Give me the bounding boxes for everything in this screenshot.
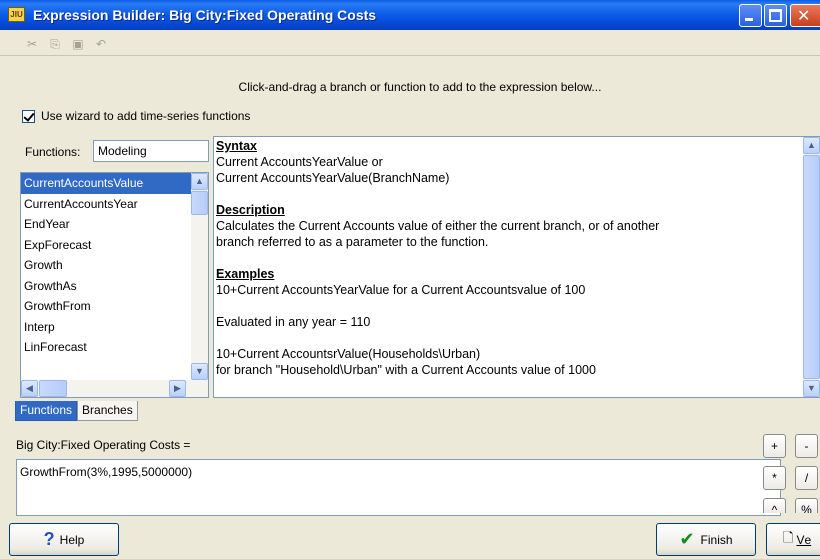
maximize-button[interactable] [764,4,787,27]
title-bar: JIU Expression Builder: Big City:Fixed O… [0,0,820,30]
app-icon: JIU [8,7,25,22]
cut-icon[interactable]: ✂ [24,36,40,52]
view-icon: 🗋 [783,529,794,545]
examples-heading: Examples [216,267,275,281]
toolbar: ✂ ⎘ ▣ ↶ [0,30,820,56]
scroll-thumb[interactable] [39,380,67,397]
scroll-thumb[interactable] [191,191,208,215]
list-item[interactable]: CurrentAccountsYear [21,194,208,215]
undo-icon[interactable]: ↶ [93,36,109,52]
list-item[interactable]: CurrentAccountsValue [21,173,191,194]
minimize-button[interactable] [739,4,762,27]
syntax-vertical-scrollbar[interactable]: ▲ ▼ [803,137,820,397]
example-text: 10+Current AccountsrValue(Households\Urb… [216,347,481,361]
function-list[interactable]: CurrentAccountsValue CurrentAccountsYear… [20,172,209,398]
list-tabs: Functions Branches [15,401,138,421]
paste-icon[interactable]: ▣ [70,36,86,52]
help-icon: ? [43,529,55,549]
checkmark-icon: ✔ [679,529,695,549]
scroll-left-icon[interactable]: ◀ [21,380,38,397]
scroll-down-icon[interactable]: ▼ [803,380,820,397]
list-item[interactable]: LinForecast [21,337,208,358]
list-vertical-scrollbar[interactable]: ▲ ▼ [191,173,208,380]
finish-button[interactable]: ✔ Finish [656,523,756,556]
copy-icon[interactable]: ⎘ [47,36,63,52]
expression-input[interactable]: GrowthFrom(3%,1995,5000000) [16,459,781,516]
scroll-thumb[interactable] [803,155,820,379]
expression-label: Big City:Fixed Operating Costs = [16,438,191,452]
power-button[interactable]: ^ [763,498,786,513]
help-button[interactable]: ? Help [9,523,119,556]
syntax-text: Current AccountsYearValue(BranchName) [216,171,450,185]
help-button-label: Help [59,532,85,547]
list-horizontal-scrollbar[interactable]: ◀ ▶ [21,380,208,397]
minus-button[interactable]: - [795,434,818,458]
percent-button[interactable]: % [795,498,818,513]
drag-hint: Click-and-drag a branch or function to a… [238,80,602,94]
list-item[interactable]: GrowthFrom [21,296,208,317]
scroll-down-icon[interactable]: ▼ [191,363,208,380]
functions-category-field[interactable]: Modeling [93,140,209,162]
list-item[interactable]: Growth [21,255,208,276]
view-button-label-rest: e [804,532,812,547]
syntax-heading: Syntax [216,139,257,153]
list-item[interactable]: ExpForecast [21,235,208,256]
syntax-text: Current AccountsYearValue or [216,155,383,169]
view-button[interactable]: 🗋 Ve [766,523,820,556]
wizard-option[interactable]: Use wizard to add time-series functions [22,109,250,123]
close-button[interactable] [790,4,820,27]
description-text: branch referred to as a parameter to the… [216,235,489,249]
example-text: 10+Current AccountsYearValue for a Curre… [216,283,586,297]
tab-branches[interactable]: Branches [77,401,138,421]
divide-button[interactable]: / [795,466,818,490]
scroll-up-icon[interactable]: ▲ [803,137,820,154]
wizard-checkbox[interactable] [22,109,35,123]
example-note: for branch "Household\Urban" with a Curr… [216,363,596,377]
list-item[interactable]: Interp [21,317,208,338]
list-item[interactable]: EndYear [21,214,208,235]
view-button-label-prefix: V [796,532,805,547]
description-heading: Description [216,203,285,217]
scroll-up-icon[interactable]: ▲ [191,173,208,190]
tab-functions[interactable]: Functions [15,401,78,421]
wizard-label: Use wizard to add time-series functions [41,109,251,123]
plus-button[interactable]: + [763,434,786,458]
scroll-right-icon[interactable]: ▶ [169,380,186,397]
multiply-button[interactable]: * [763,466,786,490]
syntax-help-panel: Syntax Current AccountsYearValue or Curr… [213,136,820,398]
functions-label: Functions: [25,145,81,159]
window-title: Expression Builder: Big City:Fixed Opera… [33,7,377,23]
list-item[interactable]: GrowthAs [21,276,208,297]
description-text: Calculates the Current Accounts value of… [216,219,660,233]
finish-button-label: Finish [700,532,733,547]
example-result: Evaluated in any year = 110 [216,315,371,329]
